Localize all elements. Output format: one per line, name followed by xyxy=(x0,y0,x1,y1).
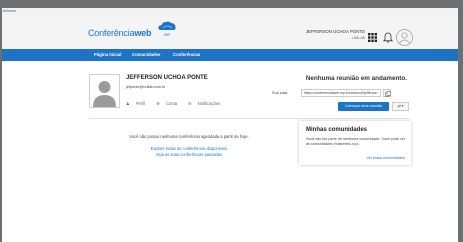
cloud-icon xyxy=(158,21,176,30)
profile-email: jefponte@unilab.edu.br xyxy=(126,85,166,89)
caret-down-icon: ▾ xyxy=(400,104,404,108)
language-dropdown[interactable]: pt ▾ xyxy=(392,102,409,111)
profile-link-label: Perfil xyxy=(135,101,146,106)
rnp-logo[interactable]: RNP xyxy=(152,20,182,42)
profile-link-label: Conta xyxy=(166,101,178,106)
profile-link-notifications[interactable]: ✉ Notificações xyxy=(188,101,225,106)
section-divider xyxy=(89,118,409,119)
bell-icon[interactable] xyxy=(383,32,393,43)
site-logo[interactable]: Conferênciaweb xyxy=(88,28,151,38)
main-nav: Página inicial Comunidades Conferências xyxy=(2,49,458,61)
user-avatar-icon[interactable] xyxy=(396,29,413,46)
browser-window: te/home Conferênciaweb RNP JEFFERSON UCH… xyxy=(2,8,458,242)
profile-link-label: Notificações xyxy=(197,101,221,106)
no-conferences-message: Você não possui nenhuma conferência agen… xyxy=(129,134,249,139)
nav-item-conferences[interactable]: Conferências xyxy=(173,49,200,61)
room-label: Sua sala: xyxy=(272,91,288,95)
communities-card: Minhas comunidades Você não faz parte de… xyxy=(299,121,411,165)
explore-conferences-link[interactable]: Explore todas as conferências disponívei… xyxy=(89,146,289,151)
user-icon: ♟ xyxy=(126,101,131,106)
nav-item-home[interactable]: Página inicial xyxy=(94,49,121,61)
header-user-org: UNILAB xyxy=(352,36,365,40)
apps-grid-icon[interactable] xyxy=(368,33,377,42)
logo-light-text: Conferência xyxy=(88,28,135,38)
profile-links: ♟ Perfil ⚒ Conta ✉ Notificações xyxy=(126,101,230,106)
header-user-name[interactable]: JEFFERSON UCHOA PONTE xyxy=(306,29,365,34)
nav-item-communities[interactable]: Comunidades xyxy=(132,49,160,61)
profile-photo[interactable] xyxy=(89,74,120,108)
room-url-input[interactable] xyxy=(301,89,381,97)
logo-bold-text: web xyxy=(134,28,152,38)
profile-link-perfil[interactable]: ♟ Perfil xyxy=(126,101,150,106)
communities-here-link[interactable]: aqui xyxy=(352,142,359,146)
wrench-icon: ⚒ xyxy=(156,101,162,106)
profile-link-conta[interactable]: ⚒ Conta xyxy=(156,101,182,106)
communities-text: Você não faz parte de nenhuma comunidade… xyxy=(306,137,406,146)
copy-icon xyxy=(384,90,391,97)
meeting-status-title: Nenhuma reunião em andamento. xyxy=(305,75,407,82)
past-conferences-link[interactable]: Veja as suas conferências passadas xyxy=(89,152,289,157)
communities-title: Minhas comunidades xyxy=(306,127,368,133)
url-bar[interactable]: te/home xyxy=(2,8,458,15)
view-all-communities-link[interactable]: Ver todas comunidades xyxy=(366,156,405,160)
person-silhouette-icon xyxy=(90,75,119,107)
start-meeting-button[interactable]: Começar uma reunião xyxy=(338,102,389,111)
rnp-label: RNP xyxy=(163,33,171,37)
envelope-icon: ✉ xyxy=(188,101,193,106)
copy-room-url-button[interactable] xyxy=(383,89,391,97)
profile-name: JEFFERSON UCHOA PONTE xyxy=(126,75,208,81)
